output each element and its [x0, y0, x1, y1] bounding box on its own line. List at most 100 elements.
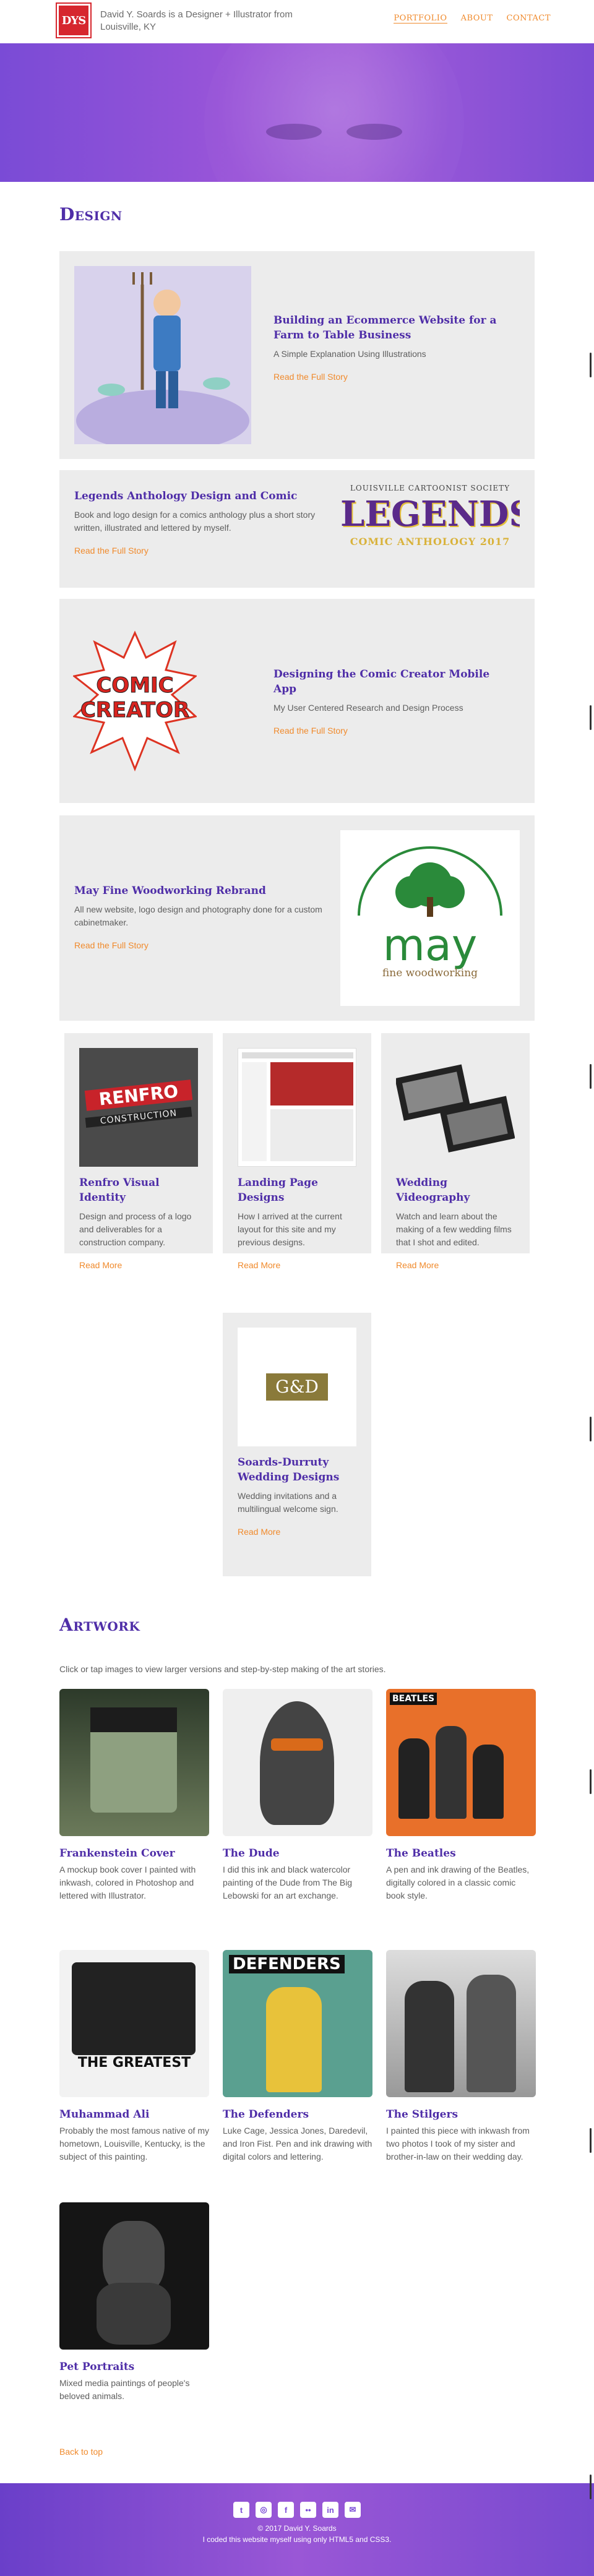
defenders-wordmark: DEFENDERS	[229, 1955, 345, 1973]
scroll-marker	[590, 1769, 592, 1794]
legends-subtitle: LOUISVILLE CARTOONIST SOCIETY	[350, 484, 510, 492]
email-icon[interactable]: ✉	[345, 2502, 361, 2518]
card-description: Book and logo design for a comics anthol…	[74, 510, 316, 533]
read-more-link[interactable]: Read More	[238, 1527, 280, 1537]
copyright: © 2017 David Y. Soards I coded this websi…	[202, 2524, 392, 2544]
scroll-marker	[590, 705, 592, 730]
nav-about[interactable]: ABOUT	[461, 14, 493, 24]
art-item-stilgers[interactable]: The Stilgers I painted this piece with i…	[386, 1950, 536, 2163]
read-more-link[interactable]: Read More	[79, 1260, 122, 1270]
card-description: Wedding invitations and a multilingual w…	[238, 1491, 338, 1514]
design-card-renfro[interactable]: RENFRO CONSTRUCTION Renfro Visual Identi…	[64, 1033, 213, 1270]
film-strip-image	[396, 1048, 515, 1167]
card-description: All new website, logo design and photogr…	[74, 904, 322, 927]
defenders-image[interactable]: DEFENDERS	[223, 1950, 372, 2097]
artwork-intro: Click or tap images to view larger versi…	[59, 1664, 386, 1674]
art-title[interactable]: The Defenders	[223, 2108, 372, 2121]
design-card-landing-pages[interactable]: Landing Page Designs How I arrived at th…	[223, 1033, 371, 1270]
design-card-wedding-designs[interactable]: G&D Soards-Durruty Wedding Designs Weddi…	[223, 1313, 371, 1576]
art-item-defenders[interactable]: DEFENDERS The Defenders Luke Cage, Jessi…	[223, 1950, 372, 2163]
design-card-may[interactable]: May Fine Woodworking Rebrand All new web…	[59, 815, 535, 1021]
stilgers-image[interactable]	[386, 1950, 536, 2097]
renfro-subtitle: CONSTRUCTION	[85, 1107, 192, 1128]
art-title[interactable]: The Stilgers	[386, 2108, 536, 2121]
art-description: Luke Cage, Jessica Jones, Daredevil, and…	[223, 2126, 372, 2162]
art-item-beatles[interactable]: BEATLES The Beatles A pen and ink drawin…	[386, 1689, 536, 1902]
read-full-story-link[interactable]: Read the Full Story	[74, 546, 148, 556]
social-links: t ◎ f •• in ✉	[0, 2502, 594, 2518]
card-title[interactable]: May Fine Woodworking Rebrand	[74, 883, 334, 898]
read-full-story-link[interactable]: Read the Full Story	[273, 726, 348, 736]
art-description: Probably the most famous native of my ho…	[59, 2126, 209, 2162]
card-description: My User Centered Research and Design Pro…	[273, 703, 463, 713]
gd-monogram: G&D	[238, 1328, 356, 1446]
linkedin-icon[interactable]: in	[322, 2502, 338, 2518]
design-card-comic-creator[interactable]: COMIC CREATOR Designing the Comic Creato…	[59, 599, 535, 803]
site-footer: t ◎ f •• in ✉ © 2017 David Y. Soards I co…	[0, 2483, 594, 2576]
scroll-marker	[590, 1064, 592, 1089]
art-item-ali[interactable]: THE GREATEST Muhammad Ali Probably the m…	[59, 1950, 209, 2163]
tagline: David Y. Soards is a Designer + Illustra…	[100, 9, 293, 32]
flickr-icon[interactable]: ••	[300, 2502, 316, 2518]
card-title[interactable]: Building an Ecommerce Website for a Farm…	[273, 313, 515, 343]
creator-word: CREATOR	[80, 698, 190, 723]
legends-wordmark: LEGENDS	[340, 494, 520, 535]
art-item-the-dude[interactable]: The Dude I did this ink and black waterc…	[223, 1689, 372, 1902]
nav-contact[interactable]: CONTACT	[507, 14, 551, 24]
renfro-wordmark: RENFRO	[84, 1080, 193, 1111]
logo[interactable]: DYS	[56, 2, 92, 38]
card-description: How I arrived at the current layout for …	[238, 1211, 342, 1247]
nav-portfolio[interactable]: PORTFOLIO	[394, 14, 447, 24]
pet-portrait-image[interactable]	[59, 2202, 209, 2350]
card-title[interactable]: Wedding Videography	[396, 1175, 515, 1205]
hero-eye-right	[346, 124, 402, 140]
art-title[interactable]: Pet Portraits	[59, 2361, 209, 2373]
site-header: DYS David Y. Soards is a Designer + Illu…	[0, 0, 594, 43]
art-title[interactable]: The Beatles	[386, 1847, 536, 1860]
art-title[interactable]: Frankenstein Cover	[59, 1847, 209, 1860]
card-title[interactable]: Designing the Comic Creator Mobile App	[273, 667, 515, 697]
art-item-pets[interactable]: Pet Portraits Mixed media paintings of p…	[59, 2202, 209, 2403]
design-card-wedding-video[interactable]: Wedding Videography Watch and learn abou…	[381, 1033, 530, 1270]
twitter-icon[interactable]: t	[233, 2502, 249, 2518]
read-more-link[interactable]: Read More	[238, 1260, 280, 1270]
scroll-marker	[590, 1417, 592, 1441]
hero-portrait	[204, 43, 464, 182]
art-description: A pen and ink drawing of the Beatles, di…	[386, 1865, 530, 1900]
card-description: A Simple Explanation Using Illustrations	[273, 349, 426, 359]
scroll-marker	[590, 2128, 592, 2153]
beatles-image[interactable]: BEATLES	[386, 1689, 536, 1836]
legends-tagline: COMIC ANTHOLOGY 2017	[350, 536, 510, 547]
gd-wordmark: G&D	[266, 1373, 328, 1401]
art-item-frankenstein[interactable]: Frankenstein Cover A mockup book cover I…	[59, 1689, 209, 1902]
comic-word: COMIC	[96, 673, 174, 698]
the-dude-image[interactable]	[223, 1689, 372, 1836]
farm-illustration	[74, 266, 251, 444]
scroll-marker	[590, 2475, 592, 2499]
hero-eye-left	[266, 124, 322, 140]
art-title[interactable]: The Dude	[223, 1847, 372, 1860]
design-card-farm[interactable]: Building an Ecommerce Website for a Farm…	[59, 251, 535, 459]
card-title[interactable]: Landing Page Designs	[238, 1175, 356, 1205]
design-card-legends[interactable]: Legends Anthology Design and Comic Book …	[59, 470, 535, 588]
read-more-link[interactable]: Read More	[396, 1260, 439, 1270]
art-description: A mockup book cover I painted with inkwa…	[59, 1865, 196, 1900]
card-title[interactable]: Soards-Durruty Wedding Designs	[238, 1455, 356, 1485]
may-logo: may fine woodworking	[340, 830, 520, 1006]
artwork-heading: Artwork	[59, 1615, 140, 1635]
read-full-story-link[interactable]: Read the Full Story	[273, 372, 348, 382]
may-subtitle: fine woodworking	[382, 967, 478, 979]
art-title[interactable]: Muhammad Ali	[59, 2108, 209, 2121]
comic-creator-logo: COMIC CREATOR	[73, 630, 197, 772]
may-wordmark: may	[382, 920, 478, 971]
landing-page-screenshot	[238, 1048, 356, 1167]
card-title[interactable]: Legends Anthology Design and Comic	[74, 489, 334, 504]
ali-image[interactable]: THE GREATEST	[59, 1950, 209, 2097]
instagram-icon[interactable]: ◎	[256, 2502, 272, 2518]
back-to-top-link[interactable]: Back to top	[59, 2447, 103, 2457]
read-full-story-link[interactable]: Read the Full Story	[74, 940, 148, 950]
facebook-icon[interactable]: f	[278, 2502, 294, 2518]
card-description: Watch and learn about the making of a fe…	[396, 1211, 512, 1247]
frankenstein-image[interactable]	[59, 1689, 209, 1836]
card-title[interactable]: Renfro Visual Identity	[79, 1175, 198, 1205]
